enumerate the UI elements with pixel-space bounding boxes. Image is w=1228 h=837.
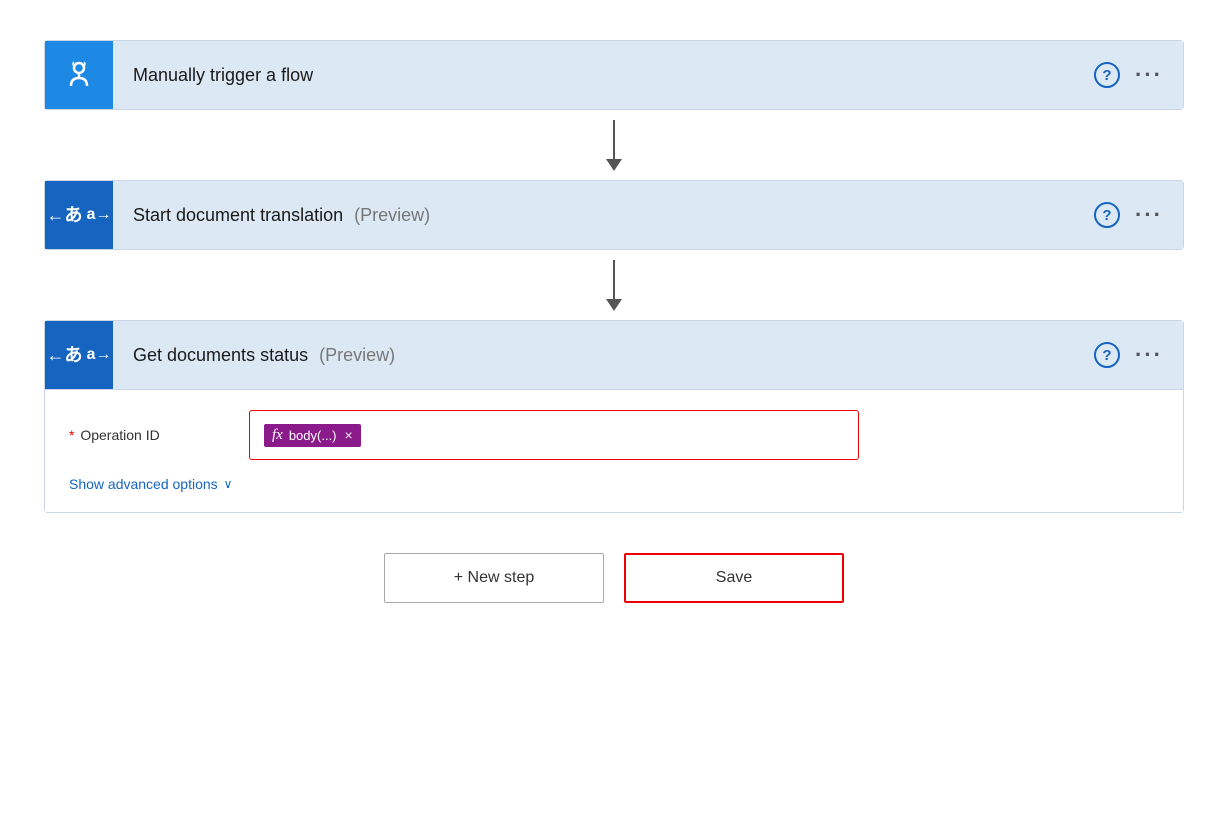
- step-translate-status-body: * Operation ID fx body(...) × Show advan: [45, 389, 1183, 512]
- step-translate-status-title: Get documents status (Preview): [113, 345, 1093, 366]
- advanced-options-toggle[interactable]: Show advanced options ∨: [69, 476, 1159, 492]
- operation-id-input[interactable]: fx body(...) ×: [254, 415, 854, 455]
- step-translate-status-actions: ? ···: [1093, 341, 1183, 369]
- step-trigger-actions: ? ···: [1093, 61, 1183, 89]
- bottom-actions: + New step Save: [384, 553, 844, 603]
- translate-status-more-button[interactable]: ···: [1135, 341, 1163, 369]
- translate-start-help-button[interactable]: ?: [1093, 201, 1121, 229]
- step-translate-start-title: Start document translation (Preview): [113, 205, 1093, 226]
- step-trigger: Manually trigger a flow ? ···: [44, 40, 1184, 110]
- connector-line-2: [613, 260, 615, 300]
- step-trigger-header: Manually trigger a flow ? ···: [45, 41, 1183, 109]
- new-step-button[interactable]: + New step: [384, 553, 604, 603]
- step-translate-start-actions: ? ···: [1093, 201, 1183, 229]
- operation-id-label: * Operation ID: [69, 427, 249, 443]
- translate-status-icon: ←あ a→: [45, 321, 113, 389]
- help-icon-3: ?: [1094, 342, 1120, 368]
- connector-2: [606, 250, 622, 320]
- show-advanced-button[interactable]: Show advanced options ∨: [69, 476, 232, 492]
- trigger-help-button[interactable]: ?: [1093, 61, 1121, 89]
- connector-line-1: [613, 120, 615, 160]
- trigger-icon: [45, 41, 113, 109]
- translate-start-more-button[interactable]: ···: [1135, 201, 1163, 229]
- operation-id-input-outer: fx body(...) ×: [249, 410, 859, 460]
- step-translate-start-header: ←あ a→ Start document translation (Previe…: [45, 181, 1183, 249]
- translate-status-help-button[interactable]: ?: [1093, 341, 1121, 369]
- step-translate-status-header: ←あ a→ Get documents status (Preview) ? ·…: [45, 321, 1183, 389]
- operation-id-row: * Operation ID fx body(...) ×: [69, 410, 1159, 460]
- step-trigger-title: Manually trigger a flow: [113, 65, 1093, 86]
- flow-container: Manually trigger a flow ? ··· ←あ a→: [44, 40, 1184, 603]
- help-icon-2: ?: [1094, 202, 1120, 228]
- chip-close-button[interactable]: ×: [345, 427, 353, 443]
- connector-1: [606, 110, 622, 180]
- body-chip: fx body(...) ×: [264, 424, 361, 447]
- step-translate-start: ←あ a→ Start document translation (Previe…: [44, 180, 1184, 250]
- connector-arrow-2: [606, 299, 622, 311]
- connector-arrow-1: [606, 159, 622, 171]
- help-icon: ?: [1094, 62, 1120, 88]
- save-button[interactable]: Save: [624, 553, 844, 603]
- step-translate-status: ←あ a→ Get documents status (Preview) ? ·…: [44, 320, 1184, 513]
- translate-start-icon: ←あ a→: [45, 181, 113, 249]
- trigger-more-button[interactable]: ···: [1135, 61, 1163, 89]
